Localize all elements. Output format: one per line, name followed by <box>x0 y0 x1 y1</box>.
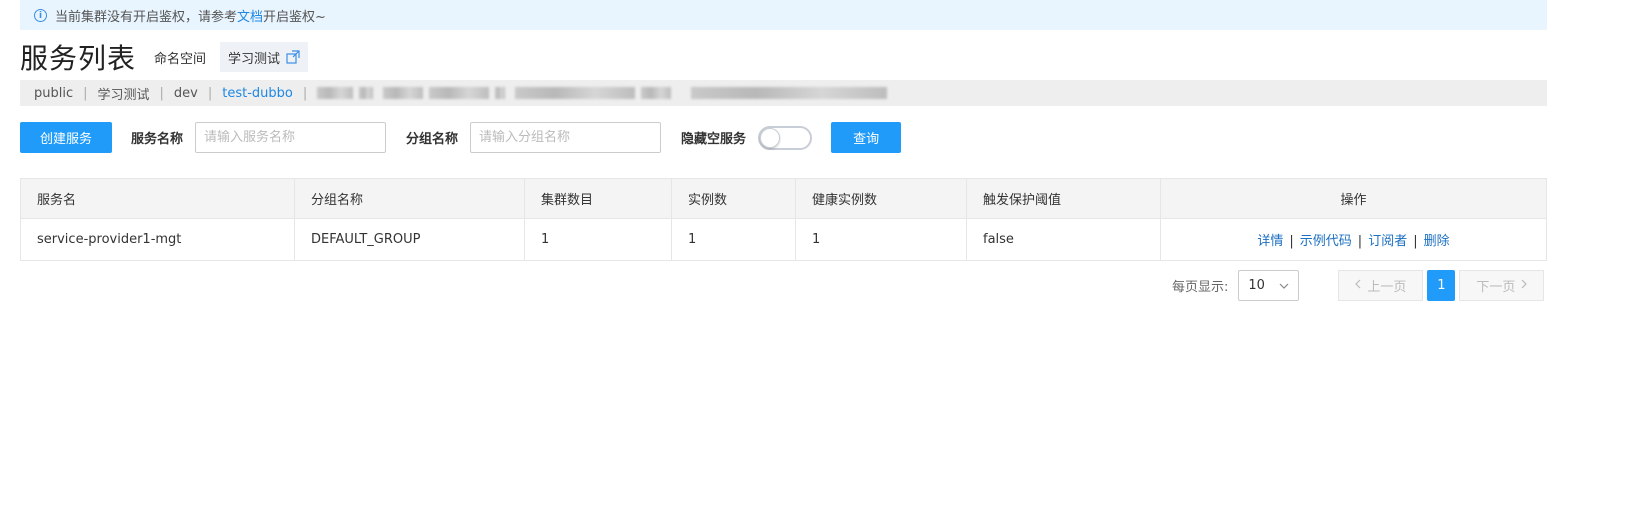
cell-service-name: service-provider1-mgt <box>20 218 295 261</box>
chevron-right-icon <box>1521 278 1528 293</box>
column-header-protect-threshold: 触发保护阈值 <box>966 178 1161 219</box>
pagination: 每页显示: 10 上一页 1 下一页 <box>1172 270 1545 301</box>
table-row: service-provider1-mgt DEFAULT_GROUP 1 1 … <box>20 218 1547 261</box>
subscribers-link[interactable]: 订阅者 <box>1368 234 1407 249</box>
cell-group-name: DEFAULT_GROUP <box>294 218 525 261</box>
namespace-label: 命名空间 <box>154 51 207 67</box>
next-page-button[interactable]: 下一页 <box>1459 270 1545 301</box>
namespace-item-study-test[interactable]: 学习测试 <box>98 84 150 103</box>
namespace-separator: | <box>207 85 213 101</box>
cell-protect-threshold: false <box>966 218 1161 261</box>
namespace-item-dev[interactable]: dev <box>174 86 198 101</box>
table-header-row: 服务名 分组名称 集群数目 实例数 健康实例数 触发保护阈值 操作 <box>20 178 1547 219</box>
column-header-instance-count: 实例数 <box>671 178 796 219</box>
group-name-label: 分组名称 <box>406 132 459 147</box>
notice-text-after: 开启鉴权~ <box>263 9 326 25</box>
hide-empty-toggle[interactable] <box>758 125 813 150</box>
redacted-namespaces <box>317 87 893 99</box>
column-header-group-name: 分组名称 <box>294 178 525 219</box>
sample-code-link[interactable]: 示例代码 <box>1300 234 1352 249</box>
current-namespace-chip[interactable]: 学习测试 <box>220 42 309 72</box>
service-name-input[interactable] <box>195 122 387 153</box>
current-namespace-name: 学习测试 <box>228 51 281 67</box>
external-link-icon[interactable] <box>286 50 300 64</box>
group-name-input[interactable] <box>470 122 662 153</box>
hide-empty-label: 隐藏空服务 <box>681 132 747 147</box>
column-header-actions: 操作 <box>1160 178 1547 219</box>
detail-link[interactable]: 详情 <box>1257 234 1283 249</box>
auth-notice: i 当前集群没有开启鉴权，请参考 文档 开启鉴权~ <box>20 0 1547 30</box>
page-size-select[interactable]: 10 <box>1238 270 1300 301</box>
namespace-item-public[interactable]: public <box>34 86 73 101</box>
page-size-value: 10 <box>1248 278 1265 293</box>
column-header-healthy-instances: 健康实例数 <box>795 178 967 219</box>
toggle-knob <box>760 127 781 148</box>
query-button[interactable]: 查询 <box>831 122 902 153</box>
action-separator: | <box>1357 234 1363 249</box>
cell-instance-count: 1 <box>671 218 796 261</box>
service-name-label: 服务名称 <box>131 132 184 147</box>
action-separator: | <box>1413 234 1418 249</box>
docs-link[interactable]: 文档 <box>237 6 263 25</box>
create-service-button[interactable]: 创建服务 <box>20 122 113 153</box>
chevron-left-icon <box>1355 278 1361 293</box>
namespace-separator: | <box>159 85 164 101</box>
page-size-label: 每页显示: <box>1172 280 1229 295</box>
cell-actions: 详情 | 示例代码 | 订阅者 | 删除 <box>1160 218 1547 261</box>
namespace-separator: | <box>302 85 308 101</box>
namespace-separator: | <box>83 85 88 101</box>
cell-cluster-count: 1 <box>524 218 672 261</box>
column-header-service-name: 服务名 <box>20 178 295 219</box>
delete-link[interactable]: 删除 <box>1424 234 1450 249</box>
info-icon: i <box>34 8 47 22</box>
prev-page-button[interactable]: 上一页 <box>1338 270 1424 301</box>
filter-toolbar: 创建服务 服务名称 分组名称 隐藏空服务 查询 <box>20 122 902 153</box>
page-title: 服务列表 <box>20 42 137 75</box>
action-separator: | <box>1289 234 1294 249</box>
prev-page-label: 上一页 <box>1367 280 1407 295</box>
title-row: 服务列表 命名空间 学习测试 <box>20 40 309 75</box>
namespace-item-test-dubbo[interactable]: test-dubbo <box>222 86 293 101</box>
cell-healthy-instances: 1 <box>795 218 967 261</box>
column-header-cluster-count: 集群数目 <box>524 178 672 219</box>
namespace-bar: public | 学习测试 | dev | test-dubbo | <box>20 80 1547 106</box>
notice-text-before: 当前集群没有开启鉴权，请参考 <box>55 9 238 25</box>
page-number-1[interactable]: 1 <box>1427 270 1456 301</box>
chevron-down-icon <box>1279 278 1289 293</box>
service-table: 服务名 分组名称 集群数目 实例数 健康实例数 触发保护阈值 操作 servic… <box>20 178 1547 261</box>
next-page-label: 下一页 <box>1476 280 1516 295</box>
